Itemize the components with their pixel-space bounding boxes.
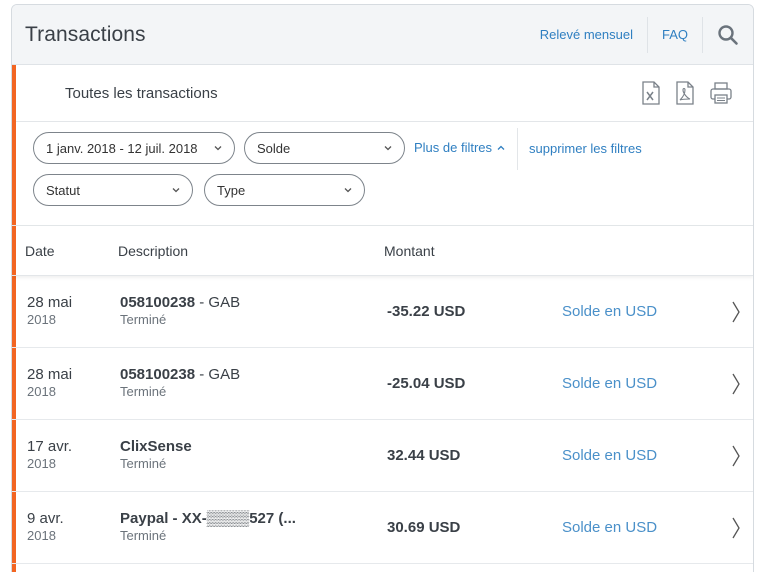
transaction-row[interactable]: 9 avr. 2018 Paypal - XX-▒▒▒▒527 (... Ter… xyxy=(12,492,753,564)
transaction-reference: 058100238 xyxy=(120,366,196,383)
transaction-row[interactable]: 28 mai 2018 058100238 - GAB Terminé -25.… xyxy=(12,348,753,420)
transaction-row[interactable]: 28 mai 2018 058100238 - GAB Terminé -35.… xyxy=(12,276,753,348)
transaction-balance: Solde en USD xyxy=(562,375,658,392)
transaction-status: Terminé xyxy=(120,528,167,543)
balance-filter-value: Solde xyxy=(257,140,291,156)
panel-header: Transactions Relevé mensuel FAQ xyxy=(12,5,753,65)
transaction-reference: 058100238 xyxy=(120,294,196,311)
print-button[interactable] xyxy=(709,81,733,105)
transactions-list: 28 mai 2018 058100238 - GAB Terminé -35.… xyxy=(12,276,753,564)
status-filter[interactable]: Statut xyxy=(33,174,193,206)
chevron-down-icon xyxy=(384,146,392,151)
status-filter-value: Statut xyxy=(46,182,80,198)
transaction-amount: 32.44 USD xyxy=(387,447,461,464)
transaction-type: - GAB xyxy=(195,366,241,383)
transaction-reference: ClixSense xyxy=(120,438,192,455)
transaction-day: 17 avr. xyxy=(27,438,73,455)
chevron-down-icon xyxy=(214,146,222,151)
type-filter[interactable]: Type xyxy=(204,174,365,206)
transactions-panel: Transactions Relevé mensuel FAQ Toutes l… xyxy=(11,4,754,572)
transaction-description: 058100238 - GAB Terminé xyxy=(120,366,370,399)
table-header: Date Description Montant xyxy=(12,226,753,276)
faq-link[interactable]: FAQ xyxy=(648,5,702,65)
column-header-amount: Montant xyxy=(384,242,435,259)
transaction-day: 28 mai xyxy=(27,294,73,311)
chevron-right-icon xyxy=(732,517,740,539)
transaction-year: 2018 xyxy=(27,384,56,399)
chevron-right-icon xyxy=(732,373,740,395)
transaction-year: 2018 xyxy=(27,312,56,327)
transaction-status: Terminé xyxy=(120,456,167,471)
excel-export-button[interactable] xyxy=(641,81,661,105)
column-header-date: Date xyxy=(25,242,55,259)
filters-area: 1 janv. 2018 - 12 juil. 2018 Solde Statu… xyxy=(12,122,753,226)
chevron-right-icon xyxy=(732,445,740,467)
transaction-amount: 30.69 USD xyxy=(387,519,461,536)
date-range-value: 1 janv. 2018 - 12 juil. 2018 xyxy=(46,140,198,156)
export-icons xyxy=(641,81,753,105)
transaction-description: ClixSense Terminé xyxy=(120,438,370,471)
transaction-date: 28 mai 2018 xyxy=(27,366,72,399)
transaction-row[interactable]: 17 avr. 2018 ClixSense Terminé 32.44 USD… xyxy=(12,420,753,492)
type-filter-value: Type xyxy=(217,182,246,198)
column-header-description: Description xyxy=(118,242,189,259)
transaction-date: 9 avr. 2018 xyxy=(27,510,64,543)
clear-filters-link[interactable]: supprimer les filtres xyxy=(529,141,642,156)
transaction-balance: Solde en USD xyxy=(562,447,658,464)
transaction-date: 17 avr. 2018 xyxy=(27,438,72,471)
transaction-balance: Solde en USD xyxy=(562,303,658,320)
transaction-status: Terminé xyxy=(120,384,167,399)
chevron-down-icon xyxy=(344,188,352,193)
subheader: Toutes les transactions xyxy=(12,65,753,122)
chevron-up-icon xyxy=(497,145,505,150)
filters-divider xyxy=(517,128,518,170)
search-icon xyxy=(718,24,738,45)
transaction-type: - GAB xyxy=(195,294,241,311)
transaction-amount: -25.04 USD xyxy=(387,375,466,392)
transaction-date: 28 mai 2018 xyxy=(27,294,72,327)
date-range-filter[interactable]: 1 janv. 2018 - 12 juil. 2018 xyxy=(33,132,235,164)
transaction-day: 9 avr. xyxy=(27,510,64,527)
search-button[interactable] xyxy=(703,5,753,65)
more-filters-toggle[interactable]: Plus de filtres xyxy=(414,140,506,155)
pdf-export-button[interactable] xyxy=(675,81,695,105)
transactions-body: Toutes les transactions 1 janv. 2018 - 1… xyxy=(12,65,753,572)
monthly-statement-link[interactable]: Relevé mensuel xyxy=(526,5,647,65)
page-title: Transactions xyxy=(25,22,146,46)
printer-icon xyxy=(710,82,732,104)
pdf-file-icon xyxy=(676,81,694,105)
transaction-year: 2018 xyxy=(27,456,56,471)
transaction-year: 2018 xyxy=(27,528,56,543)
transaction-amount: -35.22 USD xyxy=(387,303,466,320)
balance-filter[interactable]: Solde xyxy=(244,132,405,164)
more-filters-label: Plus de filtres xyxy=(414,140,493,155)
subheader-title: Toutes les transactions xyxy=(65,84,218,102)
transaction-balance: Solde en USD xyxy=(562,519,658,536)
transaction-day: 28 mai xyxy=(27,366,73,383)
transaction-reference: Paypal - XX-▒▒▒▒527 (... xyxy=(120,510,296,527)
excel-file-icon xyxy=(642,81,660,105)
chevron-right-icon xyxy=(732,301,740,323)
chevron-down-icon xyxy=(172,188,180,193)
transaction-status: Terminé xyxy=(120,312,167,327)
transaction-description: 058100238 - GAB Terminé xyxy=(120,294,370,327)
transaction-description: Paypal - XX-▒▒▒▒527 (... Terminé xyxy=(120,510,370,543)
